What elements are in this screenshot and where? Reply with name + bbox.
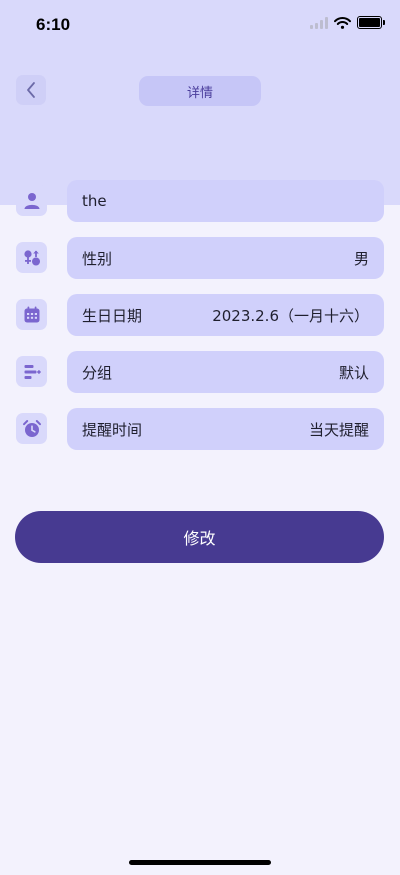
group-label: 分组 [82, 363, 113, 382]
gender-value: 男 [353, 249, 369, 268]
row-icon-badge [16, 356, 47, 387]
gender-label: 性别 [82, 249, 113, 268]
row-icon-badge [16, 242, 47, 273]
home-indicator [129, 860, 271, 865]
row-icon-badge [16, 413, 47, 444]
gender-field[interactable]: 性别 男 [67, 237, 384, 279]
page-title-text: 详情 [186, 85, 213, 101]
birthday-field[interactable]: 生日日期 2023.2.6（一月十六） [67, 294, 384, 336]
reminder-label: 提醒时间 [82, 420, 143, 439]
group-icon [24, 364, 41, 379]
status-time: 6:10 [36, 15, 71, 34]
birthday-value: 2023.2.6（一月十六） [212, 306, 369, 325]
row-icon-badge [16, 185, 47, 216]
row-icon-badge [16, 299, 47, 330]
gender-icon [23, 249, 40, 265]
gender-row: 性别 男 [0, 237, 400, 279]
person-icon [24, 192, 39, 209]
battery-icon [357, 16, 385, 29]
status-bar: 6:10 [0, 0, 400, 50]
reminder-row: 提醒时间 当天提醒 [0, 408, 400, 450]
group-row: 分组 默认 [0, 351, 400, 393]
name-value: the [82, 192, 107, 210]
reminder-field[interactable]: 提醒时间 当天提醒 [67, 408, 384, 450]
wifi-icon [334, 16, 351, 29]
status-icons [310, 16, 385, 29]
reminder-value: 当天提醒 [308, 420, 369, 439]
back-button[interactable] [16, 75, 46, 105]
birthday-label: 生日日期 [82, 306, 143, 325]
page-title: 详情 [139, 76, 261, 106]
name-row: the [0, 180, 400, 222]
birthday-row: 生日日期 2023.2.6（一月十六） [0, 294, 400, 336]
modify-button[interactable]: 修改 [15, 511, 384, 563]
group-field[interactable]: 分组 默认 [67, 351, 384, 393]
group-value: 默认 [338, 363, 369, 382]
alarm-clock-icon [22, 419, 41, 437]
signal-icon [310, 16, 328, 29]
calendar-icon [24, 306, 39, 322]
chevron-left-icon [27, 82, 35, 98]
name-field[interactable]: the [67, 180, 384, 222]
